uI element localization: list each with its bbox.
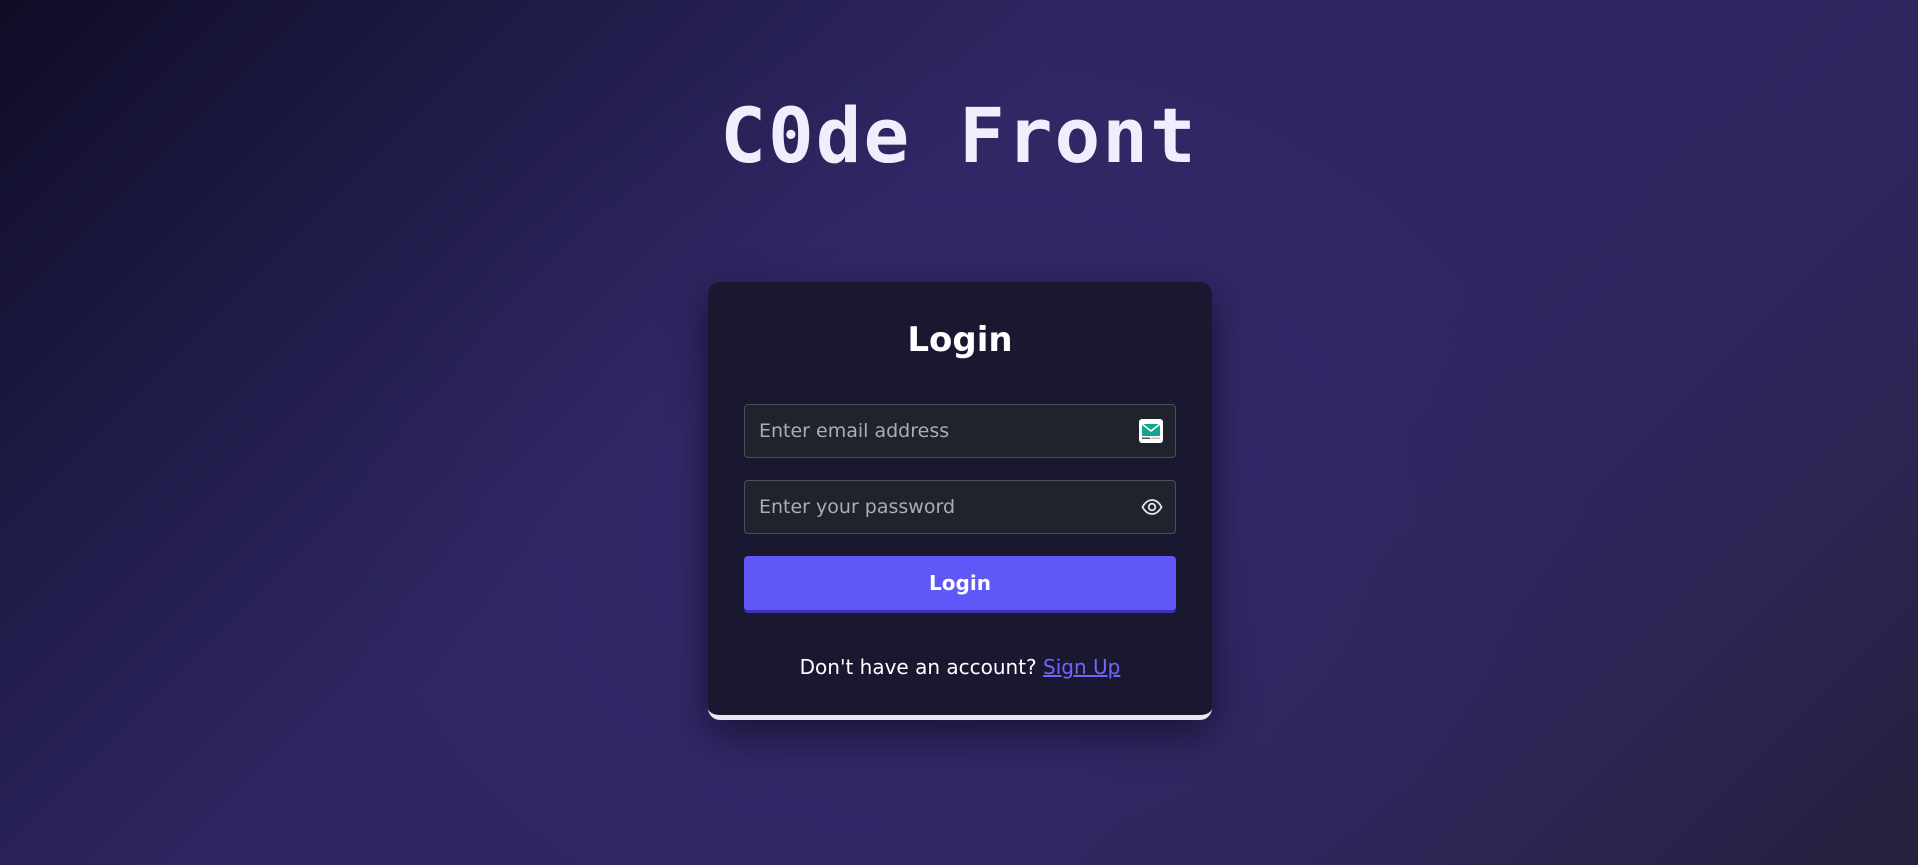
email-field-container: [744, 404, 1176, 458]
signup-link[interactable]: Sign Up: [1043, 655, 1120, 679]
mail-icon: [1139, 419, 1163, 443]
password-field-container: [744, 480, 1176, 534]
login-card-title: Login: [907, 320, 1013, 360]
signup-prompt-text: Don't have an account?: [799, 655, 1044, 679]
login-button[interactable]: Login: [744, 556, 1176, 610]
email-input[interactable]: [745, 405, 1115, 457]
app-brand-title: C0de Front: [720, 91, 1198, 180]
signup-prompt-line: Don't have an account? Sign Up: [708, 654, 1212, 680]
password-input[interactable]: [745, 481, 1115, 533]
login-card: Login Login Don't have an account? Sign …: [708, 282, 1212, 720]
eye-icon[interactable]: [1141, 497, 1163, 517]
